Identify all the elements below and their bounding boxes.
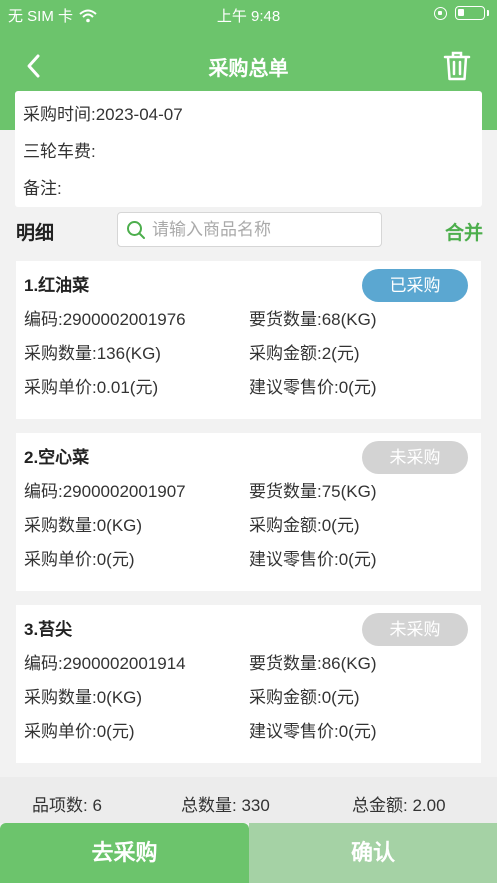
- battery-icon: [455, 6, 485, 20]
- unit-price: 采购单价:0.01(元): [24, 378, 159, 397]
- tricycle-fee-field[interactable]: 三轮车费:: [23, 137, 96, 162]
- item-code: 编码:2900002001976: [24, 310, 186, 329]
- purchase-amount: 采购金额:0(元): [249, 688, 360, 707]
- list-item[interactable]: 1.红油菜 已采购 编码:2900002001976 要货数量:68(KG) 采…: [16, 261, 481, 419]
- purchase-amount: 采购金额:2(元): [249, 344, 360, 363]
- list-item[interactable]: 3.苔尖 未采购 编码:2900002001914 要货数量:86(KG) 采购…: [16, 605, 481, 763]
- remark-field[interactable]: 备注:: [23, 174, 62, 199]
- go-purchase-button[interactable]: 去采购: [0, 823, 249, 883]
- delete-button[interactable]: [443, 50, 471, 82]
- detail-toolbar: 明细 合并: [0, 210, 497, 250]
- demand-qty: 要货数量:75(KG): [249, 482, 377, 501]
- search-input[interactable]: [152, 217, 372, 242]
- total-amount-text: 总金额: 2.00: [352, 796, 446, 815]
- merge-button[interactable]: 合并: [445, 218, 483, 245]
- confirm-button[interactable]: 确认: [249, 823, 497, 883]
- retail-price: 建议零售价:0(元): [249, 722, 377, 741]
- purchase-qty: 采购数量:136(KG): [24, 344, 161, 363]
- page-title: 采购总单: [208, 58, 289, 80]
- demand-qty: 要货数量:86(KG): [249, 654, 377, 673]
- item-code: 编码:2900002001914: [24, 654, 186, 673]
- item-name: 1.红油菜: [24, 276, 90, 295]
- rotation-lock-icon: [434, 6, 447, 20]
- status-badge[interactable]: 未采购: [362, 613, 468, 646]
- demand-qty: 要货数量:68(KG): [249, 310, 377, 329]
- summary-bar: 品项数: 6 总数量: 330 总金额: 2.00: [0, 777, 497, 823]
- search-icon: [127, 221, 145, 239]
- battery-tip-icon: [487, 10, 489, 16]
- list-item[interactable]: 2.空心菜 未采购 编码:2900002001907 要货数量:75(KG) 采…: [16, 433, 481, 591]
- purchase-qty: 采购数量:0(KG): [24, 516, 143, 535]
- unit-price: 采购单价:0(元): [24, 550, 135, 569]
- status-bar: 无 SIM 卡 上午 9:48: [0, 0, 497, 28]
- purchase-qty: 采购数量:0(KG): [24, 688, 143, 707]
- retail-price: 建议零售价:0(元): [249, 378, 377, 397]
- detail-label: 明细: [16, 223, 55, 244]
- status-badge[interactable]: 已采购: [362, 269, 468, 302]
- unit-price: 采购单价:0(元): [24, 722, 135, 741]
- purchase-amount: 采购金额:0(元): [249, 516, 360, 535]
- status-badge[interactable]: 未采购: [362, 441, 468, 474]
- item-name: 2.空心菜: [24, 448, 90, 467]
- item-code: 编码:2900002001907: [24, 482, 186, 501]
- clock-text: 上午 9:48: [216, 8, 281, 25]
- total-qty-text: 总数量: 330: [181, 796, 270, 815]
- retail-price: 建议零售价:0(元): [249, 550, 377, 569]
- trash-icon: [443, 51, 471, 81]
- item-count-text: 品项数: 6: [32, 796, 102, 815]
- search-box[interactable]: [117, 212, 382, 247]
- item-name: 3.苔尖: [24, 620, 73, 639]
- purchase-info-card: 采购时间:2023-04-07 三轮车费: 备注:: [15, 91, 482, 207]
- purchase-time-text: 采购时间:2023-04-07: [23, 105, 183, 124]
